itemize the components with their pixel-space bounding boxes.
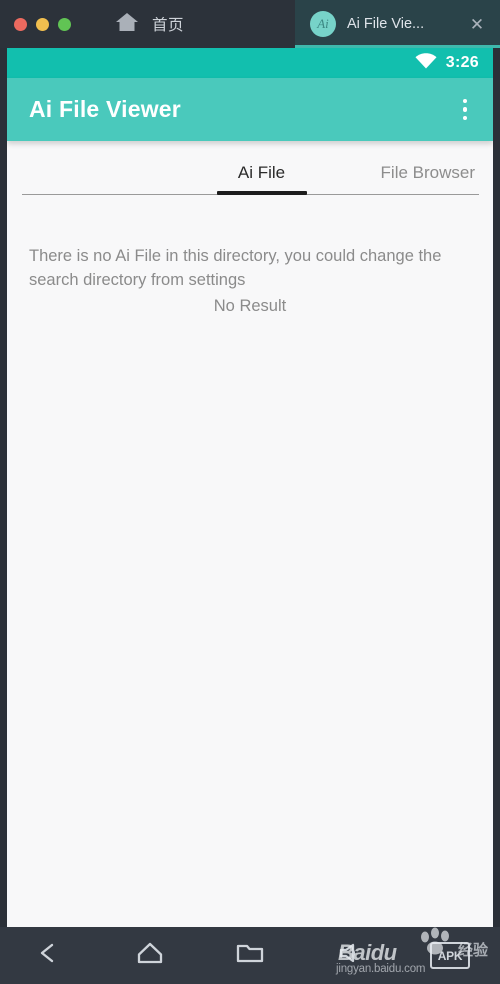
- nav-recents-button[interactable]: [200, 927, 300, 984]
- android-status-bar: 3:26: [7, 48, 493, 78]
- app-bar: Ai File Viewer: [7, 78, 493, 141]
- android-navigation-bar: APK Baidu 经验 jingyan.baidu.com: [0, 927, 500, 984]
- tab-ai-file-label: Ai File: [237, 163, 286, 182]
- no-result-label: No Result: [213, 296, 287, 315]
- window-controls: [0, 0, 86, 48]
- tab-file-browser-label: File Browser: [380, 163, 475, 182]
- home-tab-label: 首页: [152, 17, 185, 34]
- close-icon[interactable]: ✕: [468, 16, 486, 33]
- page-title: Ai File Viewer: [29, 96, 181, 122]
- wifi-icon: [415, 52, 437, 74]
- back-icon: [35, 940, 65, 971]
- home-icon: [114, 10, 140, 39]
- tab-ai-file[interactable]: Ai File: [216, 163, 307, 195]
- phone-screen: 3:26 Ai File Viewer Ai File File Browser…: [0, 48, 500, 927]
- app-tab-ai-file-viewer[interactable]: Ai Ai File Vie... ✕: [295, 0, 500, 48]
- apk-install-icon: APK: [430, 942, 470, 969]
- nav-back-button[interactable]: [0, 927, 100, 984]
- home-tab[interactable]: 首页: [86, 0, 295, 48]
- empty-state-message: There is no Ai File in this directory, y…: [29, 247, 442, 289]
- app-tab-title: Ai File Vie...: [347, 16, 425, 32]
- status-bar-clock: 3:26: [445, 54, 479, 71]
- content-area: There is no Ai File in this directory, y…: [7, 195, 493, 316]
- tab-file-browser[interactable]: File Browser: [381, 163, 475, 194]
- nav-home-button[interactable]: [100, 927, 200, 984]
- tab-list: Ai File File Browser: [7, 163, 493, 195]
- minimize-window-button[interactable]: [36, 17, 49, 31]
- maximize-window-button[interactable]: [58, 17, 71, 31]
- app-favicon: Ai: [310, 11, 336, 37]
- window-titlebar: 首页 Ai Ai File Vie... ✕: [0, 0, 500, 48]
- nav-apk-install-button[interactable]: APK: [400, 927, 500, 984]
- volume-icon: [335, 940, 365, 971]
- close-window-button[interactable]: [14, 17, 27, 31]
- emulator-window: 首页 Ai Ai File Vie... ✕ 3:26 Ai File View…: [0, 0, 500, 984]
- more-vertical-icon[interactable]: [455, 93, 476, 127]
- nav-volume-button[interactable]: [300, 927, 400, 984]
- home-icon: [134, 939, 166, 972]
- tab-strip: Ai File File Browser: [7, 141, 493, 195]
- folder-icon: [234, 940, 266, 971]
